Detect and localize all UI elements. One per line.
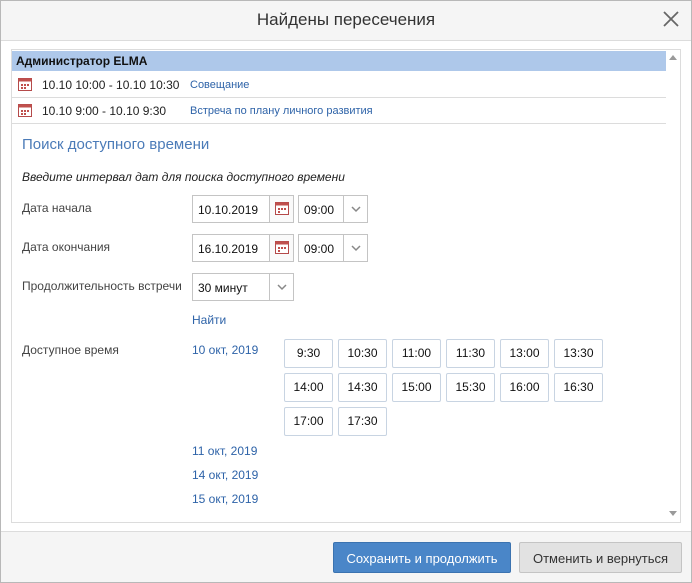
- dialog-footer: Сохранить и продолжить Отменить и вернут…: [1, 531, 691, 582]
- time-slot-button[interactable]: 11:00: [392, 339, 441, 368]
- time-slot-button[interactable]: 15:00: [392, 373, 441, 402]
- available-date-link[interactable]: 10 окт, 2019: [192, 343, 258, 357]
- available-date-link[interactable]: 15 окт, 2019: [192, 492, 258, 506]
- available-date-link[interactable]: 11 окт, 2019: [192, 444, 257, 458]
- calendar-icon[interactable]: [269, 196, 293, 222]
- start-date-input[interactable]: 10.10.2019: [192, 195, 294, 223]
- available-date-link[interactable]: 14 окт, 2019: [192, 468, 258, 482]
- time-slot-button[interactable]: 9:30: [284, 339, 333, 368]
- conflict-event-row: 10.10 9:00 - 10.10 9:30 Встреча по плану…: [12, 98, 666, 124]
- scrollbar[interactable]: [666, 50, 680, 522]
- dialog-titlebar: Найдены пересечения: [1, 1, 691, 41]
- duration-label: Продолжительность встречи: [22, 279, 182, 293]
- event-link[interactable]: Встреча по плану личного развития: [190, 105, 373, 117]
- event-time: 10.10 10:00 - 10.10 10:30: [42, 78, 180, 92]
- end-date-input[interactable]: 16.10.2019: [192, 234, 294, 262]
- end-time-select[interactable]: 09:00: [298, 234, 368, 262]
- available-time-label: Доступное время: [22, 343, 119, 357]
- end-date-label: Дата окончания: [22, 240, 111, 254]
- scroll-up-icon[interactable]: [669, 55, 677, 60]
- time-slot-button[interactable]: 17:30: [338, 407, 387, 436]
- start-time-value: 09:00: [304, 203, 335, 217]
- time-slot-button[interactable]: 16:30: [554, 373, 603, 402]
- chevron-down-icon[interactable]: [269, 274, 293, 300]
- time-slot-button[interactable]: 16:00: [500, 373, 549, 402]
- conflict-event-row: 10.10 10:00 - 10.10 10:30 Совещание: [12, 72, 666, 98]
- time-slot-button[interactable]: 10:30: [338, 339, 387, 368]
- find-link[interactable]: Найти: [192, 313, 226, 327]
- scroll-down-icon[interactable]: [669, 511, 677, 516]
- duration-value: 30 минут: [198, 281, 248, 295]
- conflict-user-header: Администратор ELMA: [12, 51, 666, 71]
- time-slot-button[interactable]: 14:00: [284, 373, 333, 402]
- calendar-event-icon: [18, 103, 32, 120]
- calendar-icon[interactable]: [269, 235, 293, 261]
- close-icon[interactable]: [657, 5, 685, 33]
- dialog: Найдены пересечения Администратор ELMA 1…: [0, 0, 692, 583]
- duration-select[interactable]: 30 минут: [192, 273, 294, 301]
- start-time-select[interactable]: 09:00: [298, 195, 368, 223]
- end-date-value: 16.10.2019: [198, 242, 259, 256]
- time-slot-button[interactable]: 14:30: [338, 373, 387, 402]
- calendar-event-icon: [18, 77, 32, 94]
- start-date-value: 10.10.2019: [198, 203, 259, 217]
- dialog-content: Администратор ELMA 10.10 10:00 - 10.10 1…: [11, 49, 681, 523]
- event-link[interactable]: Совещание: [190, 79, 249, 91]
- start-date-label: Дата начала: [22, 201, 92, 215]
- save-continue-button[interactable]: Сохранить и продолжить: [333, 542, 511, 573]
- cancel-return-button[interactable]: Отменить и вернуться: [519, 542, 682, 573]
- chevron-down-icon[interactable]: [343, 196, 367, 222]
- dialog-title: Найдены пересечения: [256, 10, 436, 29]
- time-slot-button[interactable]: 17:00: [284, 407, 333, 436]
- time-slot-button[interactable]: 11:30: [446, 339, 495, 368]
- chevron-down-icon[interactable]: [343, 235, 367, 261]
- time-slot-button[interactable]: 13:00: [500, 339, 549, 368]
- search-hint: Введите интервал дат для поиска доступно…: [22, 170, 345, 184]
- section-title: Поиск доступного времени: [22, 136, 210, 153]
- time-slot-button[interactable]: 13:30: [554, 339, 603, 368]
- time-slot-button[interactable]: 15:30: [446, 373, 495, 402]
- event-time: 10.10 9:00 - 10.10 9:30: [42, 104, 167, 118]
- end-time-value: 09:00: [304, 242, 335, 256]
